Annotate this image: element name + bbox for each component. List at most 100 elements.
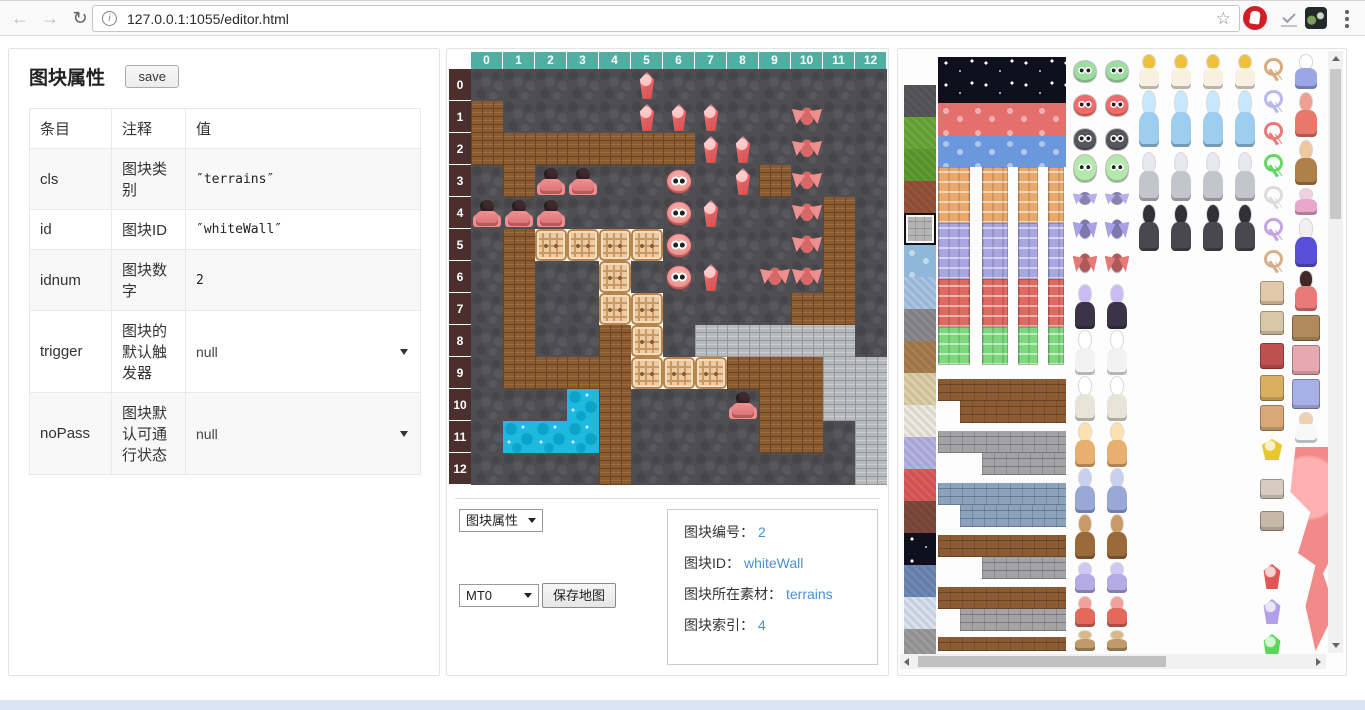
ice-tile[interactable] bbox=[904, 597, 936, 629]
paper-scroll[interactable] bbox=[1260, 311, 1284, 335]
ribbon-scroll[interactable] bbox=[1260, 281, 1284, 305]
silver-knight[interactable] bbox=[1232, 153, 1258, 201]
refresh-icon[interactable]: ↻ bbox=[68, 6, 92, 30]
stone-step[interactable] bbox=[938, 431, 1066, 453]
map-cell[interactable] bbox=[791, 357, 823, 389]
red-book[interactable] bbox=[1260, 343, 1284, 369]
map-cell[interactable] bbox=[567, 69, 599, 101]
skel-sprite[interactable] bbox=[471, 197, 503, 229]
dirt-tile[interactable] bbox=[904, 341, 936, 373]
map-cell[interactable] bbox=[599, 165, 631, 197]
map-cell[interactable] bbox=[727, 357, 759, 389]
forward-icon[interactable]: → bbox=[38, 6, 62, 30]
vertical-scroll-thumb[interactable] bbox=[1330, 69, 1341, 219]
map-cell[interactable] bbox=[695, 453, 727, 485]
red-wall-strip[interactable] bbox=[982, 279, 1008, 327]
map-cell[interactable] bbox=[695, 389, 727, 421]
map-cell[interactable] bbox=[599, 389, 631, 421]
star-tile[interactable] bbox=[904, 533, 936, 565]
purple-ghost[interactable] bbox=[1072, 563, 1098, 593]
browser-menu-icon[interactable] bbox=[1345, 10, 1349, 31]
map-cell[interactable] bbox=[823, 421, 855, 453]
skel-sprite[interactable] bbox=[567, 165, 599, 197]
map-cell[interactable] bbox=[535, 293, 567, 325]
big-slime[interactable] bbox=[1104, 153, 1130, 183]
purple-wall-strip[interactable] bbox=[982, 223, 1008, 279]
map-cell[interactable] bbox=[631, 325, 663, 357]
back-icon[interactable]: ← bbox=[8, 6, 32, 30]
blue-step[interactable] bbox=[960, 505, 1066, 527]
gem-sprite[interactable] bbox=[631, 101, 663, 133]
angel[interactable] bbox=[1232, 55, 1258, 89]
map-cell[interactable] bbox=[823, 197, 855, 229]
sand-tile[interactable] bbox=[904, 373, 936, 405]
map-cell[interactable] bbox=[631, 357, 663, 389]
slime-sprite[interactable] bbox=[663, 261, 695, 293]
red-bat[interactable] bbox=[1104, 249, 1130, 279]
black-slime[interactable] bbox=[1072, 127, 1098, 151]
wood-sign[interactable] bbox=[1292, 315, 1320, 341]
map-cell[interactable] bbox=[631, 261, 663, 293]
lava-band[interactable] bbox=[938, 103, 1066, 136]
map-cell[interactable] bbox=[855, 357, 887, 389]
map-cell[interactable] bbox=[631, 389, 663, 421]
info-value[interactable]: terrains bbox=[786, 586, 833, 602]
brick-step[interactable] bbox=[938, 637, 1066, 651]
old-man[interactable] bbox=[1292, 55, 1320, 89]
silver-knight[interactable] bbox=[1200, 153, 1226, 201]
map-cell[interactable] bbox=[535, 421, 567, 453]
princess[interactable] bbox=[1292, 413, 1320, 443]
orange-wall-strip[interactable] bbox=[938, 167, 970, 223]
water-spirit[interactable] bbox=[1168, 91, 1194, 147]
palette-area[interactable] bbox=[898, 49, 1346, 675]
slime-sprite[interactable] bbox=[663, 197, 695, 229]
map-cell[interactable] bbox=[855, 229, 887, 261]
map-cell[interactable] bbox=[823, 101, 855, 133]
stone-step[interactable] bbox=[960, 609, 1066, 631]
gem-sprite[interactable] bbox=[695, 197, 727, 229]
orange-wall-strip[interactable] bbox=[1018, 167, 1038, 223]
blue-step[interactable] bbox=[938, 483, 1066, 505]
skeleton-soldier[interactable] bbox=[1072, 377, 1098, 421]
pillar-tile[interactable] bbox=[904, 405, 936, 437]
bat-sprite[interactable] bbox=[791, 165, 823, 197]
gem-sprite[interactable] bbox=[631, 69, 663, 101]
red-gem[interactable] bbox=[1262, 564, 1282, 590]
map-cell[interactable] bbox=[535, 453, 567, 485]
big-bat[interactable] bbox=[1072, 215, 1098, 245]
map-cell[interactable] bbox=[503, 165, 535, 197]
dark-demon[interactable] bbox=[1136, 205, 1162, 251]
map-cell[interactable] bbox=[791, 421, 823, 453]
map-cell[interactable] bbox=[503, 357, 535, 389]
blue-brick-tile[interactable] bbox=[904, 565, 936, 597]
bat-sprite[interactable] bbox=[791, 261, 823, 293]
skel-sprite[interactable] bbox=[727, 389, 759, 421]
gem-sprite[interactable] bbox=[695, 101, 727, 133]
map-cell[interactable] bbox=[759, 389, 791, 421]
map-cell[interactable] bbox=[727, 229, 759, 261]
map-cell[interactable] bbox=[535, 325, 567, 357]
map-cell[interactable] bbox=[535, 133, 567, 165]
red-key[interactable] bbox=[1260, 121, 1284, 147]
map-cell[interactable] bbox=[791, 325, 823, 357]
map-cell[interactable] bbox=[727, 293, 759, 325]
green-slime[interactable] bbox=[1072, 59, 1098, 83]
edit-mode-select[interactable]: 图块属性 bbox=[459, 509, 543, 532]
info-value[interactable]: 4 bbox=[758, 617, 766, 633]
grass-tile[interactable] bbox=[904, 117, 936, 149]
red-ghost[interactable] bbox=[1072, 597, 1098, 627]
map-cell[interactable] bbox=[855, 197, 887, 229]
orange-knight[interactable] bbox=[1104, 423, 1130, 467]
green-wall-strip[interactable] bbox=[1048, 327, 1064, 365]
map-cell[interactable] bbox=[823, 261, 855, 293]
silver-knight[interactable] bbox=[1168, 153, 1194, 201]
map-cell[interactable] bbox=[535, 261, 567, 293]
blue-zombie[interactable] bbox=[1104, 469, 1130, 513]
map-cell[interactable] bbox=[695, 421, 727, 453]
map-cell[interactable] bbox=[823, 389, 855, 421]
orange-wall-strip[interactable] bbox=[982, 167, 1008, 223]
face-coin[interactable] bbox=[1260, 405, 1284, 431]
map-cell[interactable] bbox=[855, 101, 887, 133]
url-text[interactable]: 127.0.0.1:1055/editor.html bbox=[127, 11, 289, 27]
map-cell[interactable] bbox=[759, 69, 791, 101]
